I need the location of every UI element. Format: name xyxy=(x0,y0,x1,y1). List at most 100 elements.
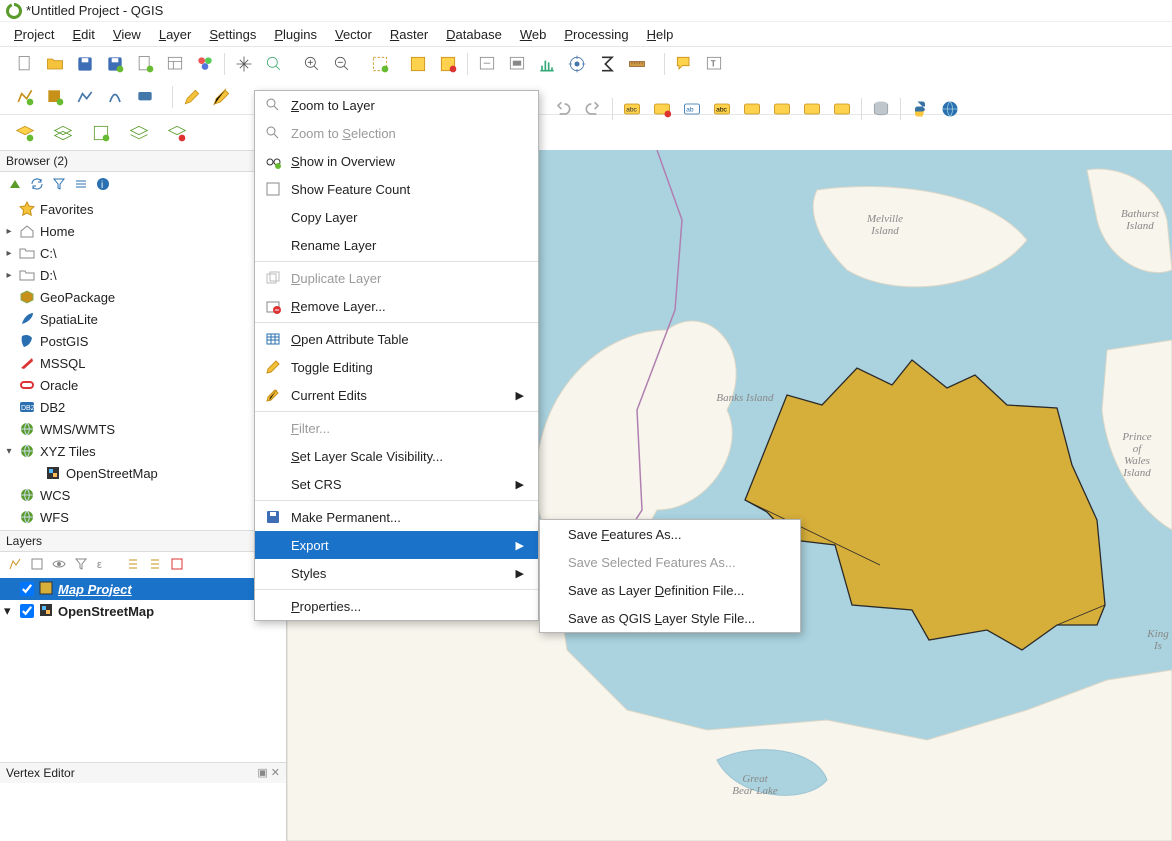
pan-button[interactable] xyxy=(229,50,259,78)
zoom-full-button[interactable] xyxy=(365,50,395,78)
menu-item[interactable]: Make Permanent... xyxy=(255,503,538,531)
remove-layer-button[interactable] xyxy=(162,119,192,147)
manage-layers-button[interactable] xyxy=(86,119,116,147)
menu-web[interactable]: Web xyxy=(512,25,555,44)
add-raster-button[interactable] xyxy=(40,83,70,111)
browser-item[interactable]: ▾XYZ Tiles xyxy=(0,440,286,462)
label-change-button[interactable] xyxy=(797,95,827,123)
browser-item[interactable]: Oracle xyxy=(0,374,286,396)
menu-item[interactable]: Remove Layer... xyxy=(255,292,538,320)
undo-button[interactable] xyxy=(548,95,578,123)
browser-item[interactable]: ▸Home xyxy=(0,220,286,242)
save-project-button[interactable] xyxy=(70,50,100,78)
export-submenu[interactable]: Save Features As...Save Selected Feature… xyxy=(539,519,801,633)
edit-pencil-button[interactable] xyxy=(177,83,207,111)
add-group-icon[interactable] xyxy=(28,555,46,573)
collapse-icon[interactable] xyxy=(72,175,90,193)
menu-settings[interactable]: Settings xyxy=(201,25,264,44)
label-props-button[interactable] xyxy=(827,95,857,123)
menu-help[interactable]: Help xyxy=(639,25,682,44)
menu-item[interactable]: Current Edits▶ xyxy=(255,381,538,409)
style-manager-button[interactable] xyxy=(190,50,220,78)
submenu-item[interactable]: Save as QGIS Layer Style File... xyxy=(540,604,800,632)
properties-icon[interactable]: i xyxy=(94,175,112,193)
browser-item[interactable]: GeoPackage xyxy=(0,286,286,308)
panel-close-icons[interactable]: ▣ ✕ xyxy=(257,766,280,780)
menu-raster[interactable]: Raster xyxy=(382,25,436,44)
edit-tools-button[interactable] xyxy=(207,83,237,111)
add-vector-button[interactable] xyxy=(10,83,40,111)
expand-all-icon[interactable] xyxy=(124,555,142,573)
layout-manager-button[interactable] xyxy=(160,50,190,78)
menu-project[interactable]: Project xyxy=(6,25,62,44)
browser-item[interactable]: Favorites xyxy=(0,198,286,220)
web-button[interactable] xyxy=(935,95,965,123)
label-show-button[interactable]: abc xyxy=(707,95,737,123)
filter-icon[interactable] xyxy=(50,175,68,193)
submenu-item[interactable]: Save Features As... xyxy=(540,520,800,548)
browser-item[interactable]: SpatiaLite xyxy=(0,308,286,330)
layer-context-menu[interactable]: Zoom to LayerZoom to SelectionShow in Ov… xyxy=(254,90,539,621)
text-annotation-button[interactable]: T xyxy=(699,50,729,78)
style-icon[interactable] xyxy=(6,555,24,573)
label-pin-button[interactable] xyxy=(647,95,677,123)
redo-button[interactable] xyxy=(578,95,608,123)
browser-item[interactable]: ▸C:\ xyxy=(0,242,286,264)
browser-item[interactable]: ▸D:\ xyxy=(0,264,286,286)
menu-item[interactable]: Styles▶ xyxy=(255,559,538,587)
browser-item[interactable]: WFS xyxy=(0,506,286,528)
menu-edit[interactable]: Edit xyxy=(64,25,102,44)
pan-to-selection-button[interactable] xyxy=(259,50,289,78)
zoom-in-button[interactable] xyxy=(297,50,327,78)
menu-item[interactable]: Copy Layer xyxy=(255,203,538,231)
label-move-button[interactable] xyxy=(737,95,767,123)
remove-layer-icon[interactable] xyxy=(168,555,186,573)
browser-item[interactable]: OpenStreetMap xyxy=(0,462,286,484)
menu-item[interactable]: Open Attribute Table xyxy=(255,325,538,353)
menu-view[interactable]: View xyxy=(105,25,149,44)
add-layer-button[interactable] xyxy=(10,119,40,147)
menu-vector[interactable]: Vector xyxy=(327,25,380,44)
menu-item[interactable]: Rename Layer xyxy=(255,231,538,259)
menu-item[interactable]: Export▶ xyxy=(255,531,538,559)
zoom-last-button[interactable] xyxy=(472,50,502,78)
menu-processing[interactable]: Processing xyxy=(556,25,636,44)
python-console-button[interactable] xyxy=(905,95,935,123)
layer-visibility-checkbox[interactable] xyxy=(20,582,34,596)
filter-layers-button[interactable] xyxy=(124,119,154,147)
refresh-icon[interactable] xyxy=(28,175,46,193)
browser-item[interactable]: WMS/WMTS xyxy=(0,418,286,440)
layer-row[interactable]: Map Project xyxy=(0,578,286,600)
add-layer-icon[interactable] xyxy=(6,175,24,193)
label-rotate-button[interactable] xyxy=(767,95,797,123)
layer-row[interactable]: ▾OpenStreetMap xyxy=(0,600,286,622)
menu-item[interactable]: Toggle Editing xyxy=(255,353,538,381)
map-tips-button[interactable] xyxy=(669,50,699,78)
zoom-selection-button[interactable] xyxy=(403,50,433,78)
menu-item[interactable]: Zoom to Layer xyxy=(255,91,538,119)
browser-tree[interactable]: Favorites▸Home▸C:\▸D:\GeoPackageSpatiaLi… xyxy=(0,196,286,530)
processing-button[interactable] xyxy=(562,50,592,78)
new-shapefile-button[interactable] xyxy=(70,83,100,111)
new-project-button[interactable] xyxy=(10,50,40,78)
collapse-all-icon[interactable] xyxy=(146,555,164,573)
save-as-button[interactable] xyxy=(100,50,130,78)
label-abc-button[interactable]: abc xyxy=(617,95,647,123)
menu-item[interactable]: Set Layer Scale Visibility... xyxy=(255,442,538,470)
visibility-icon[interactable] xyxy=(50,555,68,573)
new-print-layout-button[interactable] xyxy=(130,50,160,78)
new-geopackage-button[interactable] xyxy=(130,83,160,111)
layer-visibility-checkbox[interactable] xyxy=(20,604,34,618)
expression-icon[interactable]: ε xyxy=(94,555,112,573)
zoom-next-button[interactable] xyxy=(502,50,532,78)
statistics-button[interactable] xyxy=(532,50,562,78)
layers-tree[interactable]: Map Project▾OpenStreetMap xyxy=(0,576,286,624)
open-project-button[interactable] xyxy=(40,50,70,78)
browser-item[interactable]: MSSQL xyxy=(0,352,286,374)
sum-button[interactable] xyxy=(592,50,622,78)
filter-legend-icon[interactable] xyxy=(72,555,90,573)
menu-plugins[interactable]: Plugins xyxy=(266,25,325,44)
menu-database[interactable]: Database xyxy=(438,25,510,44)
menu-item[interactable]: Properties... xyxy=(255,592,538,620)
add-group-button[interactable] xyxy=(48,119,78,147)
